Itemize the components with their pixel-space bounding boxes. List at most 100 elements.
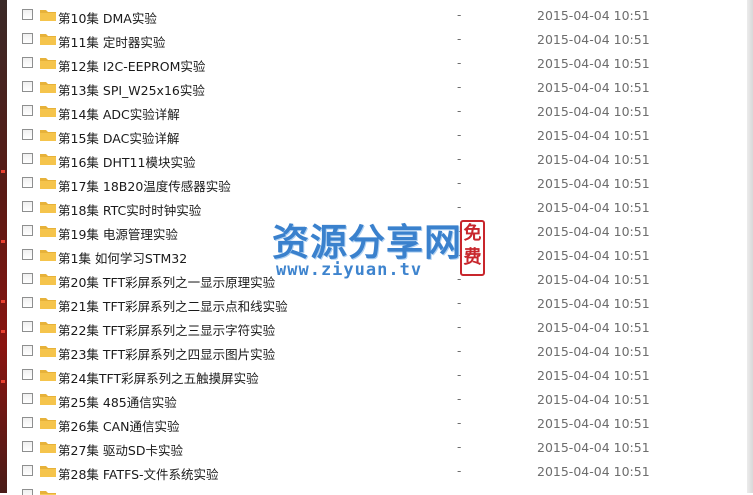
file-name[interactable]: 第15集 DAC实验详解 bbox=[58, 128, 179, 147]
seal-char: 免 bbox=[463, 223, 482, 244]
row-checkbox[interactable] bbox=[22, 417, 33, 428]
file-name[interactable]: 第22集 TFT彩屏系列之三显示字符实验 bbox=[58, 320, 275, 339]
file-name[interactable]: 第26集 CAN通信实验 bbox=[58, 416, 180, 435]
row-checkbox[interactable] bbox=[22, 57, 33, 68]
folder-icon bbox=[40, 130, 56, 141]
row-checkbox[interactable] bbox=[22, 33, 33, 44]
file-name[interactable]: 第16集 DHT11模块实验 bbox=[58, 152, 195, 171]
row-checkbox[interactable] bbox=[22, 393, 33, 404]
file-date: 2015-04-04 10:51 bbox=[537, 8, 650, 23]
folder-icon bbox=[40, 202, 56, 213]
row-checkbox[interactable] bbox=[22, 201, 33, 212]
file-name[interactable]: 第28集 FATFS-文件系统实验 bbox=[58, 464, 219, 483]
row-checkbox[interactable] bbox=[22, 225, 33, 236]
row-checkbox[interactable] bbox=[22, 105, 33, 116]
file-date: 2015-04-04 10:51 bbox=[537, 296, 650, 311]
file-size: - bbox=[457, 176, 462, 190]
row-checkbox[interactable] bbox=[22, 297, 33, 308]
folder-icon bbox=[40, 250, 56, 261]
file-row[interactable]: 第24集TFT彩屏系列之五触摸屏实验 - 2015-04-04 10:51 bbox=[7, 364, 747, 388]
file-size: - bbox=[457, 296, 462, 310]
file-date: 2015-04-04 10:51 bbox=[537, 200, 650, 215]
folder-icon bbox=[40, 322, 56, 333]
row-checkbox[interactable] bbox=[22, 129, 33, 140]
file-name[interactable]: 第14集 ADC实验详解 bbox=[58, 104, 180, 123]
strip-mark bbox=[1, 300, 5, 303]
file-size: - bbox=[457, 32, 462, 46]
file-name[interactable]: 第12集 I2C-EEPROM实验 bbox=[58, 56, 205, 75]
file-date: 2015-04-04 10:51 bbox=[537, 176, 650, 191]
file-row[interactable]: 第22集 TFT彩屏系列之三显示字符实验 - 2015-04-04 10:51 bbox=[7, 316, 747, 340]
file-row[interactable]: 第11集 定时器实验 - 2015-04-04 10:51 bbox=[7, 28, 747, 52]
file-size: - bbox=[457, 152, 462, 166]
file-size: - bbox=[457, 440, 462, 454]
file-date: 2015-04-04 10:51 bbox=[537, 224, 650, 239]
file-date: 2015-04-04 10:51 bbox=[537, 392, 650, 407]
file-name[interactable]: 第13集 SPI_W25x16实验 bbox=[58, 80, 205, 99]
row-checkbox[interactable] bbox=[22, 321, 33, 332]
file-name[interactable]: 第21集 TFT彩屏系列之二显示点和线实验 bbox=[58, 296, 288, 315]
file-size: - bbox=[457, 368, 462, 382]
row-checkbox[interactable] bbox=[22, 249, 33, 260]
file-name[interactable]: 第17集 18B20温度传感器实验 bbox=[58, 176, 231, 195]
file-name[interactable]: 第23集 TFT彩屏系列之四显示图片实验 bbox=[58, 344, 275, 363]
file-row[interactable]: 第21集 TFT彩屏系列之二显示点和线实验 - 2015-04-04 10:51 bbox=[7, 292, 747, 316]
row-checkbox[interactable] bbox=[22, 489, 33, 495]
file-name[interactable]: 第20集 TFT彩屏系列之一显示原理实验 bbox=[58, 272, 275, 291]
row-checkbox[interactable] bbox=[22, 153, 33, 164]
folder-icon bbox=[40, 10, 56, 21]
file-row[interactable]: 第12集 I2C-EEPROM实验 - 2015-04-04 10:51 bbox=[7, 52, 747, 76]
file-row[interactable]: 第25集 485通信实验 - 2015-04-04 10:51 bbox=[7, 388, 747, 412]
file-date: 2015-04-04 10:51 bbox=[537, 440, 650, 455]
file-date: 2015-04-04 10:51 bbox=[537, 32, 650, 47]
file-name[interactable]: 第10集 DMA实验 bbox=[58, 8, 157, 27]
folder-icon bbox=[40, 370, 56, 381]
folder-icon bbox=[40, 466, 56, 477]
file-size: - bbox=[457, 8, 462, 22]
row-checkbox[interactable] bbox=[22, 273, 33, 284]
file-row[interactable]: 第17集 18B20温度传感器实验 - 2015-04-04 10:51 bbox=[7, 172, 747, 196]
file-name[interactable]: 第11集 定时器实验 bbox=[58, 32, 165, 51]
row-checkbox[interactable] bbox=[22, 81, 33, 92]
background-window-strip bbox=[0, 0, 7, 493]
file-row[interactable]: 第13集 SPI_W25x16实验 - 2015-04-04 10:51 bbox=[7, 76, 747, 100]
file-row[interactable]: 第10集 DMA实验 - 2015-04-04 10:51 bbox=[7, 4, 747, 28]
file-name[interactable]: 第25集 485通信实验 bbox=[58, 392, 177, 411]
file-name[interactable]: 第27集 驱动SD卡实验 bbox=[58, 440, 183, 459]
file-name[interactable]: 第19集 电源管理实验 bbox=[58, 224, 178, 243]
file-date: 2015-04-04 10:51 bbox=[537, 56, 650, 71]
folder-icon bbox=[40, 82, 56, 93]
folder-icon bbox=[40, 491, 56, 495]
file-name[interactable]: 第24集TFT彩屏系列之五触摸屏实验 bbox=[58, 368, 259, 387]
folder-icon bbox=[40, 274, 56, 285]
file-row[interactable]: 第28集 FATFS-文件系统实验 - 2015-04-04 10:51 bbox=[7, 460, 747, 484]
file-size: - bbox=[457, 416, 462, 430]
scrollbar-track[interactable] bbox=[747, 0, 753, 493]
strip-mark bbox=[1, 170, 5, 173]
file-row-partial[interactable] bbox=[7, 487, 747, 495]
row-checkbox[interactable] bbox=[22, 441, 33, 452]
folder-icon bbox=[40, 154, 56, 165]
row-checkbox[interactable] bbox=[22, 345, 33, 356]
file-row[interactable]: 第16集 DHT11模块实验 - 2015-04-04 10:51 bbox=[7, 148, 747, 172]
row-checkbox[interactable] bbox=[22, 9, 33, 20]
file-row[interactable]: 第27集 驱动SD卡实验 - 2015-04-04 10:51 bbox=[7, 436, 747, 460]
file-name[interactable]: 第1集 如何学习STM32 bbox=[58, 248, 187, 267]
row-checkbox[interactable] bbox=[22, 465, 33, 476]
file-row[interactable]: 第26集 CAN通信实验 - 2015-04-04 10:51 bbox=[7, 412, 747, 436]
file-row[interactable]: 第15集 DAC实验详解 - 2015-04-04 10:51 bbox=[7, 124, 747, 148]
file-size: - bbox=[457, 104, 462, 118]
file-name[interactable]: 第18集 RTC实时时钟实验 bbox=[58, 200, 201, 219]
file-row[interactable]: 第23集 TFT彩屏系列之四显示图片实验 - 2015-04-04 10:51 bbox=[7, 340, 747, 364]
row-checkbox[interactable] bbox=[22, 369, 33, 380]
folder-icon bbox=[40, 346, 56, 357]
watermark-seal: 免 费 bbox=[460, 220, 485, 276]
watermark-title: 资源分享网 bbox=[272, 220, 462, 264]
row-checkbox[interactable] bbox=[22, 177, 33, 188]
file-size: - bbox=[457, 56, 462, 70]
file-date: 2015-04-04 10:51 bbox=[537, 368, 650, 383]
file-date: 2015-04-04 10:51 bbox=[537, 272, 650, 287]
file-row[interactable]: 第14集 ADC实验详解 - 2015-04-04 10:51 bbox=[7, 100, 747, 124]
file-size: - bbox=[457, 128, 462, 142]
file-date: 2015-04-04 10:51 bbox=[537, 152, 650, 167]
